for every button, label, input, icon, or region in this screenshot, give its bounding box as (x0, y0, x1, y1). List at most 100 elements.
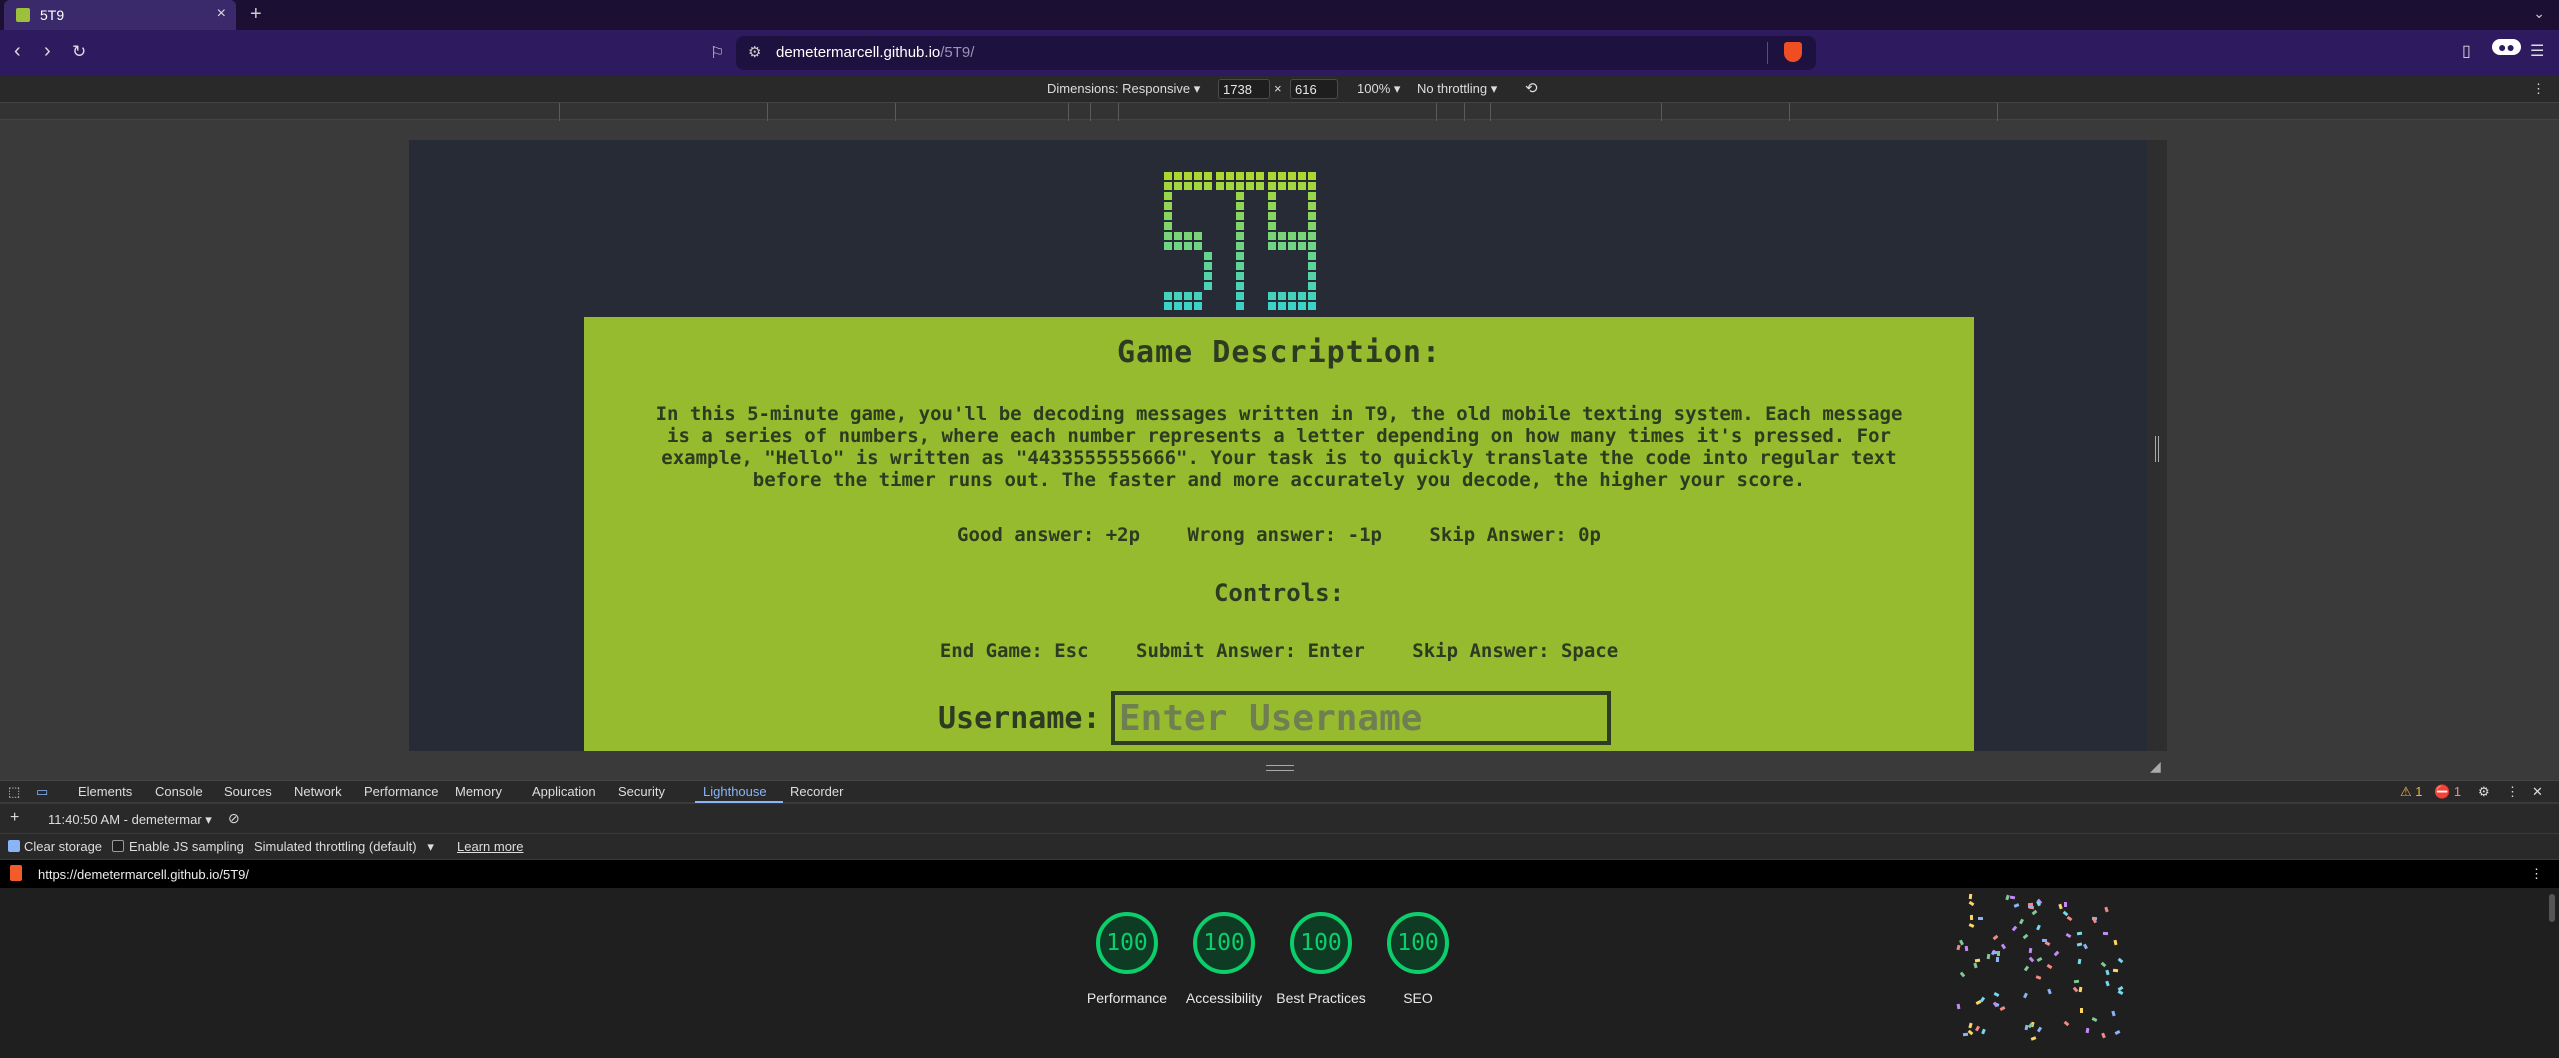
devtools-tab-security[interactable]: Security (618, 784, 665, 799)
devtools-tab-network[interactable]: Network (294, 784, 342, 799)
device-toolbar-more-icon[interactable]: ⋮ (2532, 81, 2545, 97)
url-text[interactable]: demetermarcell.github.io/5T9/ (776, 44, 974, 61)
forward-icon[interactable]: › (44, 40, 51, 63)
accessibility-score-gauge[interactable]: 100 (1193, 912, 1255, 974)
confetti-piece (1968, 922, 1975, 928)
confetti-piece (1957, 1004, 1961, 1010)
confetti-piece (1991, 950, 1997, 954)
logo-pixel (1308, 252, 1316, 260)
devtools-tab-recorder[interactable]: Recorder (790, 784, 843, 799)
address-bar[interactable]: ⚐ ⚙ demetermarcell.github.io/5T9/ (710, 36, 1816, 70)
report-url-bar: https://demetermarcell.github.io/5T9/ ⋮ (0, 860, 2559, 888)
confetti-piece (1997, 951, 2001, 957)
confetti-piece (2105, 980, 2110, 987)
browser-tab[interactable]: 5T9 × (4, 0, 236, 30)
devtools-tab-console[interactable]: Console (155, 784, 203, 799)
tab-search-icon[interactable]: ⌄ (2533, 5, 2545, 22)
tab-close-icon[interactable]: × (217, 5, 226, 23)
seo-score-label: SEO (1403, 990, 1433, 1006)
throttling-select[interactable]: Simulated throttling (default) ▾ (254, 839, 434, 855)
confetti-piece (2065, 933, 2072, 939)
media-query-ruler[interactable] (0, 102, 2559, 121)
logo-pixel (1194, 182, 1202, 190)
wallet-icon[interactable]: ●● (2492, 39, 2521, 55)
viewport-height-input[interactable]: 616 (1290, 79, 1338, 99)
devtools-close-icon[interactable]: ✕ (2532, 784, 2543, 800)
site-info-icon[interactable]: ⚙ (748, 43, 761, 61)
inspect-element-icon[interactable]: ⬚ (8, 784, 20, 800)
confetti-piece (1963, 1032, 1969, 1037)
report-more-icon[interactable]: ⋮ (2530, 866, 2543, 882)
logo-pixel (1236, 222, 1244, 230)
devtools-tab-sources[interactable]: Sources (224, 784, 272, 799)
logo-pixel (1308, 232, 1316, 240)
menu-icon[interactable]: ☰ (2530, 41, 2544, 61)
resize-grip-bottom-icon[interactable] (1266, 765, 1294, 771)
resize-grip-right-icon[interactable] (2155, 436, 2159, 462)
logo-pixel (1164, 202, 1172, 210)
device-toggle-icon[interactable]: ▭ (36, 784, 48, 800)
logo-pixel (1194, 242, 1202, 250)
confetti-piece (1999, 1006, 2005, 1011)
new-tab-button[interactable]: + (250, 3, 262, 26)
logo-pixel (1164, 302, 1172, 310)
zoom-dropdown[interactable]: 100% ▾ (1357, 81, 1400, 97)
devtools-tab-application[interactable]: Application (532, 784, 596, 799)
game-description-text: In this 5-minute game, you'll be decodin… (655, 403, 1903, 491)
dimensions-dropdown[interactable]: Dimensions: Responsive ▾ (1047, 81, 1200, 97)
best-practices-score-gauge[interactable]: 100 (1290, 912, 1352, 974)
devtools-tab-elements[interactable]: Elements (78, 784, 132, 799)
warning-count[interactable]: ⚠ 1 (2400, 784, 2423, 800)
logo-pixel (1194, 172, 1202, 180)
confetti-piece (2019, 918, 2025, 924)
confetti-piece (1992, 935, 1999, 941)
back-icon[interactable]: ‹ (14, 40, 21, 63)
error-count[interactable]: ⛔ 1 (2434, 784, 2461, 800)
sidebar-icon[interactable]: ▯ (2462, 41, 2471, 61)
clear-storage-checkbox[interactable] (8, 840, 20, 852)
clear-reports-icon[interactable]: ⊘ (228, 810, 240, 827)
confetti-piece (1977, 916, 1983, 920)
confetti-piece (2036, 956, 2043, 962)
controls-list: End Game: Esc Submit Answer: Enter Skip … (584, 640, 1974, 662)
logo-pixel (1268, 182, 1276, 190)
seo-score-gauge[interactable]: 100 (1387, 912, 1449, 974)
resize-corner-icon[interactable]: ◢ (2150, 758, 2161, 775)
logo-pixel (1174, 292, 1182, 300)
rotate-icon[interactable]: ⟲ (1525, 79, 1538, 97)
devtools-settings-icon[interactable]: ⚙ (2478, 784, 2490, 800)
report-scrollbar[interactable] (2549, 894, 2555, 922)
logo-pixel (1298, 172, 1306, 180)
devtools-more-icon[interactable]: ⋮ (2506, 784, 2519, 800)
confetti-piece (1969, 915, 1974, 921)
devtools-tab-memory[interactable]: Memory (455, 784, 502, 799)
confetti-piece (2101, 1032, 2107, 1039)
devtools-tab-performance[interactable]: Performance (364, 784, 438, 799)
viewport-width-input[interactable]: 1738 (1218, 79, 1270, 99)
report-selector[interactable]: 11:40:50 AM - demetermar ▾ (48, 812, 212, 828)
new-report-icon[interactable]: + (10, 809, 19, 827)
logo-pixel (1204, 182, 1212, 190)
logo-pixel (1236, 272, 1244, 280)
control-submit-answer: Submit Answer: Enter (1136, 640, 1365, 662)
dimension-separator: × (1274, 81, 1282, 96)
reload-icon[interactable]: ↻ (72, 42, 86, 62)
devtools-tab-lighthouse[interactable]: Lighthouse (703, 784, 767, 799)
logo-pixel (1194, 292, 1202, 300)
page-viewport: Game Description: In this 5-minute game,… (409, 140, 2167, 751)
performance-score-gauge[interactable]: 100 (1096, 912, 1158, 974)
confetti-piece (2031, 909, 2038, 915)
learn-more-link[interactable]: Learn more (457, 839, 523, 854)
logo-pixel (1256, 172, 1264, 180)
report-url[interactable]: https://demetermarcell.github.io/5T9/ (38, 867, 249, 882)
username-input[interactable] (1111, 691, 1611, 745)
confetti-piece (1969, 893, 1973, 900)
confetti-piece (2035, 975, 2042, 980)
js-sampling-checkbox[interactable] (112, 840, 124, 852)
confetti-piece (2078, 986, 2083, 993)
throttling-dropdown[interactable]: No throttling ▾ (1417, 81, 1497, 97)
logo-pixel (1236, 282, 1244, 290)
brave-shield-icon[interactable] (1784, 42, 1802, 62)
bookmark-icon[interactable]: ⚐ (710, 43, 724, 63)
logo-pixel (1298, 182, 1306, 190)
